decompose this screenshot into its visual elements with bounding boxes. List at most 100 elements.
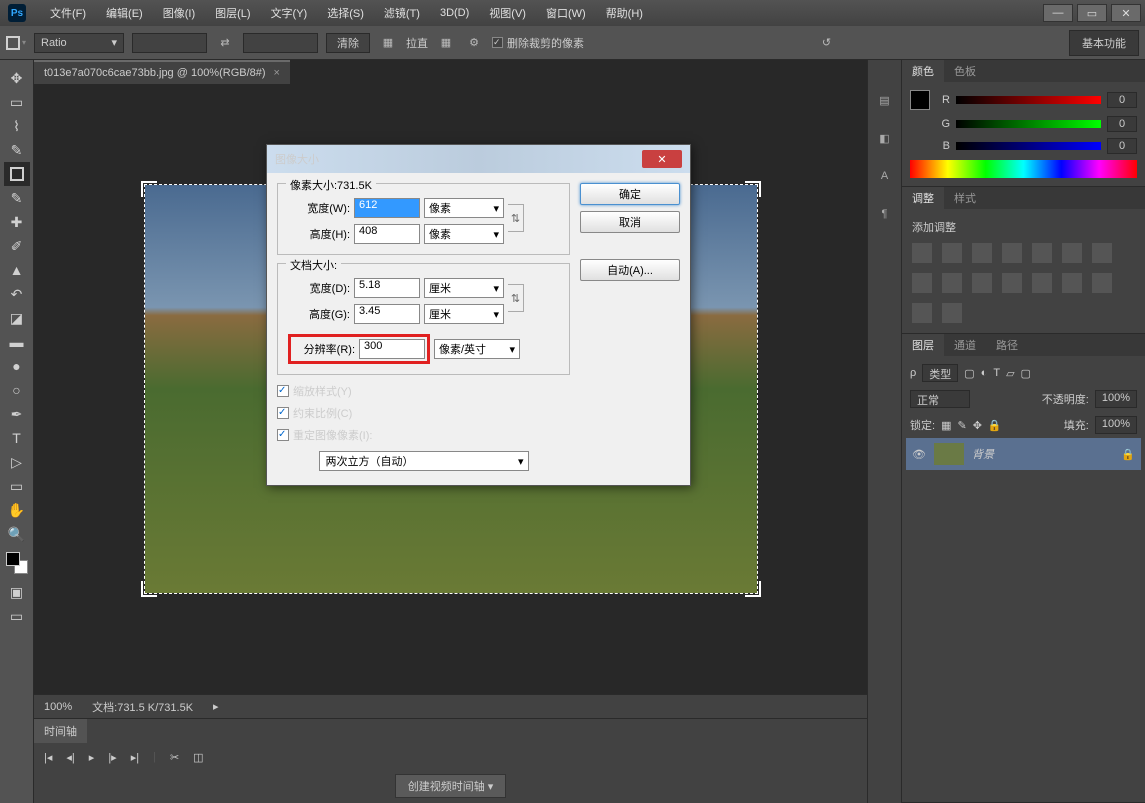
filter-shape-icon[interactable]: ▱ xyxy=(1006,367,1014,380)
tl-play-icon[interactable]: ▸ xyxy=(89,751,95,764)
layers-tab[interactable]: 图层 xyxy=(902,334,944,356)
width-unit-select[interactable]: 像素 xyxy=(424,198,504,218)
resample-checkbox[interactable]: 重定图像像素(I): xyxy=(277,427,570,443)
channels-tab[interactable]: 通道 xyxy=(944,334,986,356)
paragraph-icon[interactable]: ¶ xyxy=(875,204,895,224)
dodge-tool[interactable]: ○ xyxy=(4,378,30,402)
zoom-level[interactable]: 100% xyxy=(44,701,72,713)
lock-all-icon[interactable]: 🔒 xyxy=(988,419,1002,432)
levels-icon[interactable] xyxy=(942,243,962,263)
spectrum-bar[interactable] xyxy=(910,160,1137,178)
character-icon[interactable]: A xyxy=(875,166,895,186)
hand-tool[interactable]: ✋ xyxy=(4,498,30,522)
doc-height-input[interactable]: 3.45 xyxy=(354,304,420,324)
zoom-tool[interactable]: 🔍 xyxy=(4,522,30,546)
eyedropper-tool[interactable]: ✎ xyxy=(4,186,30,210)
menu-3d[interactable]: 3D(D) xyxy=(430,7,479,19)
lasso-tool[interactable]: ⌇ xyxy=(4,114,30,138)
timeline-tab[interactable]: 时间轴 xyxy=(34,719,87,743)
grid-icon[interactable]: ▦ xyxy=(436,33,456,53)
menu-select[interactable]: 选择(S) xyxy=(317,5,374,21)
link-pixels-icon[interactable]: ⇅ xyxy=(508,204,524,232)
reset-icon[interactable]: ↺ xyxy=(817,33,837,53)
layer-name[interactable]: 背景 xyxy=(972,446,994,462)
swatches-tab[interactable]: 色板 xyxy=(944,60,986,82)
marquee-tool[interactable]: ▭ xyxy=(4,90,30,114)
eraser-tool[interactable]: ◪ xyxy=(4,306,30,330)
workspace-button[interactable]: 基本功能 xyxy=(1069,30,1139,56)
menu-filter[interactable]: 滤镜(T) xyxy=(374,5,430,21)
lock-paint-icon[interactable]: ✎ xyxy=(957,419,966,432)
quick-select-tool[interactable]: ✎ xyxy=(4,138,30,162)
adjustments-tab[interactable]: 调整 xyxy=(902,187,944,209)
b-slider[interactable] xyxy=(956,142,1101,150)
tl-first-icon[interactable]: |◂ xyxy=(44,751,52,764)
doc-height-unit-select[interactable]: 厘米 xyxy=(424,304,504,324)
height-unit-select[interactable]: 像素 xyxy=(424,224,504,244)
menu-layer[interactable]: 图层(L) xyxy=(205,5,260,21)
r-slider[interactable] xyxy=(956,96,1101,104)
history-brush-tool[interactable]: ↶ xyxy=(4,282,30,306)
crop-height-input[interactable] xyxy=(243,33,318,53)
lock-trans-icon[interactable]: ▦ xyxy=(941,419,951,432)
b-value[interactable]: 0 xyxy=(1107,138,1137,154)
dialog-close-button[interactable]: ✕ xyxy=(642,150,682,168)
r-value[interactable]: 0 xyxy=(1107,92,1137,108)
maximize-button[interactable]: ▭ xyxy=(1077,4,1107,22)
clear-button[interactable]: 清除 xyxy=(326,33,370,53)
create-timeline-button[interactable]: 创建视频时间轴 ▾ xyxy=(395,774,507,798)
photo-filter-icon[interactable] xyxy=(942,273,962,293)
move-tool[interactable]: ✥ xyxy=(4,66,30,90)
gradient-map-icon[interactable] xyxy=(912,303,932,323)
path-tool[interactable]: ▷ xyxy=(4,450,30,474)
stamp-tool[interactable]: ▲ xyxy=(4,258,30,282)
balance-icon[interactable] xyxy=(1092,243,1112,263)
history-icon[interactable]: ▤ xyxy=(875,90,895,110)
tl-cut-icon[interactable]: ✂ xyxy=(170,751,179,764)
filter-adj-icon[interactable]: ◐ xyxy=(981,367,988,379)
selective-icon[interactable] xyxy=(942,303,962,323)
menu-view[interactable]: 视图(V) xyxy=(479,5,536,21)
quick-mask-tool[interactable]: ▣ xyxy=(4,580,30,604)
paths-tab[interactable]: 路径 xyxy=(986,334,1028,356)
swap-icon[interactable]: ⇄ xyxy=(215,33,235,53)
tl-last-icon[interactable]: ▸| xyxy=(131,751,139,764)
close-tab-icon[interactable]: × xyxy=(274,67,280,79)
layer-row-background[interactable]: 👁 背景 🔒 xyxy=(906,438,1141,470)
shape-tool[interactable]: ▭ xyxy=(4,474,30,498)
styles-tab[interactable]: 样式 xyxy=(944,187,986,209)
crop-tool-icon[interactable]: ▾ xyxy=(6,33,26,53)
ok-button[interactable]: 确定 xyxy=(580,183,680,205)
threshold-icon[interactable] xyxy=(1092,273,1112,293)
posterize-icon[interactable] xyxy=(1062,273,1082,293)
curves-icon[interactable] xyxy=(972,243,992,263)
g-value[interactable]: 0 xyxy=(1107,116,1137,132)
type-tool[interactable]: T xyxy=(4,426,30,450)
brush-tool[interactable]: ✐ xyxy=(4,234,30,258)
crop-handle-tl[interactable] xyxy=(141,181,157,197)
properties-icon[interactable]: ◧ xyxy=(875,128,895,148)
menu-edit[interactable]: 编辑(E) xyxy=(96,5,153,21)
tl-prev-icon[interactable]: ◂| xyxy=(66,751,74,764)
menu-file[interactable]: 文件(F) xyxy=(40,5,96,21)
hue-icon[interactable] xyxy=(1062,243,1082,263)
gear-icon[interactable]: ⚙ xyxy=(464,33,484,53)
fg-swatch[interactable] xyxy=(910,90,930,110)
ratio-select[interactable]: Ratio▾ xyxy=(34,33,124,53)
blend-mode-select[interactable]: 正常 xyxy=(910,390,970,408)
gradient-tool[interactable]: ▬ xyxy=(4,330,30,354)
opacity-input[interactable]: 100% xyxy=(1095,390,1137,408)
resolution-unit-select[interactable]: 像素/英寸 xyxy=(434,339,520,359)
auto-button[interactable]: 自动(A)... xyxy=(580,259,680,281)
constrain-checkbox[interactable]: 约束比例(C) xyxy=(277,405,570,421)
resolution-input[interactable]: 300 xyxy=(359,339,425,359)
g-slider[interactable] xyxy=(956,120,1101,128)
layer-filter-icon[interactable]: ρ xyxy=(910,367,916,379)
dialog-titlebar[interactable]: 图像大小 ✕ xyxy=(267,145,690,173)
lookup-icon[interactable] xyxy=(1002,273,1022,293)
scale-styles-checkbox[interactable]: 缩放样式(Y) xyxy=(277,383,570,399)
crop-handle-tr[interactable] xyxy=(745,181,761,197)
layer-thumbnail[interactable] xyxy=(934,443,964,465)
height-input[interactable]: 408 xyxy=(354,224,420,244)
crop-handle-br[interactable] xyxy=(745,581,761,597)
